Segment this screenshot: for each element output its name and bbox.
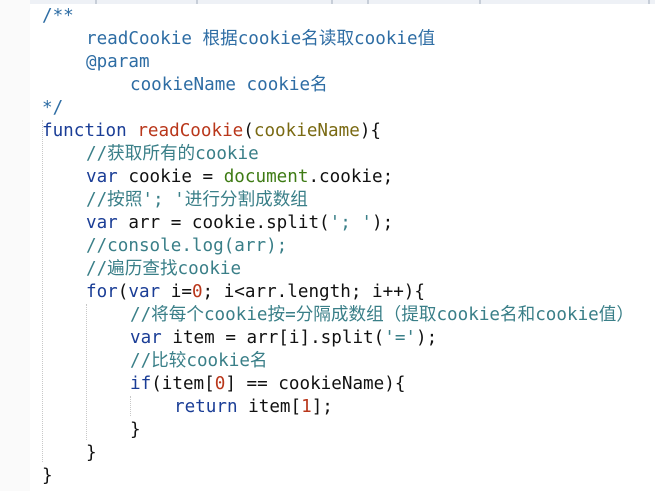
code-line[interactable]: //遍历查找cookie [86,258,241,281]
code-line[interactable]: } [86,442,97,465]
token-comment: //按照'; '进行分割成数组 [86,190,308,210]
indent-guide [130,396,131,416]
token-code-text: ); [372,213,394,233]
code-line[interactable]: //将每个cookie按=分隔成数组（提取cookie名和cookie值） [130,304,634,327]
code-line[interactable]: /** [42,5,74,28]
token-number: 0 [214,374,226,394]
token-keyword: function [42,121,127,141]
token-keyword: var [130,328,162,348]
token-doc-comment: /** [42,6,74,26]
token-string: '; ' [329,213,373,233]
token-code-text: cookie = [117,167,224,187]
token-number: 1 [301,397,312,417]
token-code-text: ); [416,328,438,348]
token-doc-comment: @param [86,52,150,72]
token-code-text: i= [160,282,192,302]
token-comment: //遍历查找cookie [86,259,242,279]
code-line[interactable]: //获取所有的cookie [86,143,259,166]
token-comment: //比较cookie名 [130,351,268,371]
token-keyword: var [86,167,118,187]
editor-top-strip [0,0,655,4]
token-code-text: } [86,443,97,463]
token-parameter: cookieName [253,121,360,141]
token-code-text: item = arr[i].split( [161,328,385,348]
code-line[interactable]: //按照'; '进行分割成数组 [86,189,308,212]
token-comment: //将每个cookie按=分隔成数组（提取cookie名和cookie值） [130,305,634,325]
token-code-text: .cookie; [308,167,394,187]
token-keyword: return [174,397,238,417]
token-comment: //获取所有的cookie [86,144,259,164]
token-code-text [127,120,138,143]
code-line[interactable]: return item[1]; [174,396,333,419]
token-code-text: (item[ [151,374,215,394]
token-keyword: var [86,213,118,233]
fold-gutter [0,0,30,491]
code-line[interactable]: cookieName cookie名 [130,74,328,97]
code-line[interactable]: //console.log(arr); [86,235,287,258]
code-line[interactable]: } [42,465,53,488]
code-line[interactable]: var cookie = document .cookie; [86,166,393,189]
code-line[interactable]: //比较cookie名 [130,350,268,373]
code-line[interactable]: */ [42,97,63,120]
code-line[interactable]: var item = arr[i].split('='); [130,327,437,350]
token-code-text: item[ [237,397,302,417]
token-code-text: } [130,420,141,440]
code-line[interactable]: readCookie 根据cookie名读取cookie值 [86,28,435,51]
token-code-text: arr = cookie.split( [117,213,330,233]
token-keyword: for [86,282,118,302]
token-code-text: ]; [311,397,333,417]
token-keyword: if [130,374,152,394]
code-line[interactable]: var arr = cookie.split('; '); [86,212,393,235]
code-line[interactable]: } [130,419,141,442]
token-doc-comment: cookieName cookie名 [130,75,328,95]
token-code-text: ){ [359,121,381,141]
token-code-text: ; i<arr.length; i++){ [202,282,425,302]
token-code-text: ( [243,121,254,141]
indent-guide [42,120,43,462]
token-code-text: } [42,466,53,486]
token-number: 0 [191,282,203,302]
token-string: '=' [384,328,417,348]
token-builtin: document [223,167,309,187]
code-line[interactable]: for(var i= 0; i<arr.length; i++){ [86,281,425,304]
token-comment: //console.log(arr); [86,236,288,256]
token-keyword: var [128,282,161,302]
indent-guide [86,304,87,440]
token-doc-comment: readCookie 根据cookie名读取cookie值 [86,29,436,49]
code-line[interactable]: @param [86,51,150,74]
code-line[interactable]: if (item[0] == cookieName){ [130,373,405,396]
token-function-name: readCookie [137,121,244,141]
token-code-text: ( [117,282,129,302]
code-editor[interactable]: /** readCookie 根据cookie名读取cookie值 @param co… [0,0,655,491]
code-line[interactable]: function readCookie(cookieName){ [42,120,381,143]
token-doc-comment: */ [42,98,64,118]
token-code-text: ] == cookieName){ [225,374,406,394]
